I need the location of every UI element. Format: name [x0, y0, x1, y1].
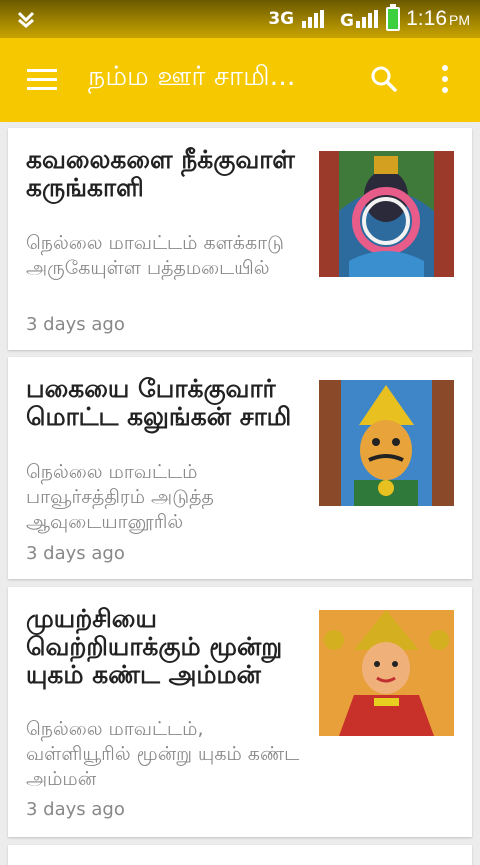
article-timestamp: 3 days ago — [26, 799, 125, 820]
overflow-menu-icon[interactable] — [440, 64, 450, 94]
download-notification-icon — [17, 11, 35, 28]
article-summary: நெல்லை மாவட்டம் பாவூர்சத்திரம் அடுத்த ஆவ… — [26, 461, 214, 533]
article-timestamp: 3 days ago — [26, 543, 125, 564]
article-headline: கவலைகளை நீக்குவாள் கருங்காளி — [26, 145, 295, 202]
svg-text:G: G — [340, 11, 354, 29]
article-card-partial — [8, 845, 472, 865]
page-title: நம்ம ஊர் சாமி... — [88, 61, 296, 92]
article-thumbnail — [319, 610, 454, 736]
article-card[interactable]: கவலைகளை நீக்குவாள் கருங்காளி நெல்லை மாவட… — [8, 128, 472, 350]
search-icon[interactable] — [370, 65, 398, 93]
clock-time: 1:16 — [406, 7, 447, 30]
deity-image-2 — [319, 380, 454, 506]
status-bar: 3G G 1:16 PM — [0, 0, 480, 38]
deity-image-3 — [319, 610, 454, 736]
article-summary: நெல்லை மாவட்டம், வள்ளியூரில் மூன்று யுகம… — [26, 718, 300, 790]
signal-strength-icon — [302, 10, 325, 28]
article-thumbnail — [319, 380, 454, 506]
article-card[interactable]: பகையை போக்குவார் மொட்ட கலுங்கன் சாமி நெல… — [8, 357, 472, 579]
app-toolbar: நம்ம ஊர் சாமி... — [0, 38, 480, 122]
clock: 1:16 PM — [406, 7, 470, 31]
network-type: 3G — [268, 9, 295, 29]
signal-strength-2-icon: G — [340, 10, 379, 29]
menu-icon[interactable] — [27, 69, 57, 91]
article-headline: பகையை போக்குவார் மொட்ட கலுங்கன் சாமி — [26, 374, 292, 431]
article-thumbnail — [319, 151, 454, 277]
battery-icon — [386, 4, 401, 31]
article-timestamp: 3 days ago — [26, 314, 125, 335]
article-card[interactable]: முயற்சியை வெற்றியாக்கும் மூன்று யுகம் கண… — [8, 587, 472, 837]
clock-ampm: PM — [449, 12, 470, 28]
status-right: 3G G 1:16 PM — [268, 0, 470, 38]
article-headline: முயற்சியை வெற்றியாக்கும் மூன்று யுகம் கண… — [26, 604, 283, 689]
deity-image-1 — [319, 151, 454, 277]
article-summary: நெல்லை மாவட்டம் களக்காடு அருகேயுள்ள பத்த… — [26, 232, 285, 279]
